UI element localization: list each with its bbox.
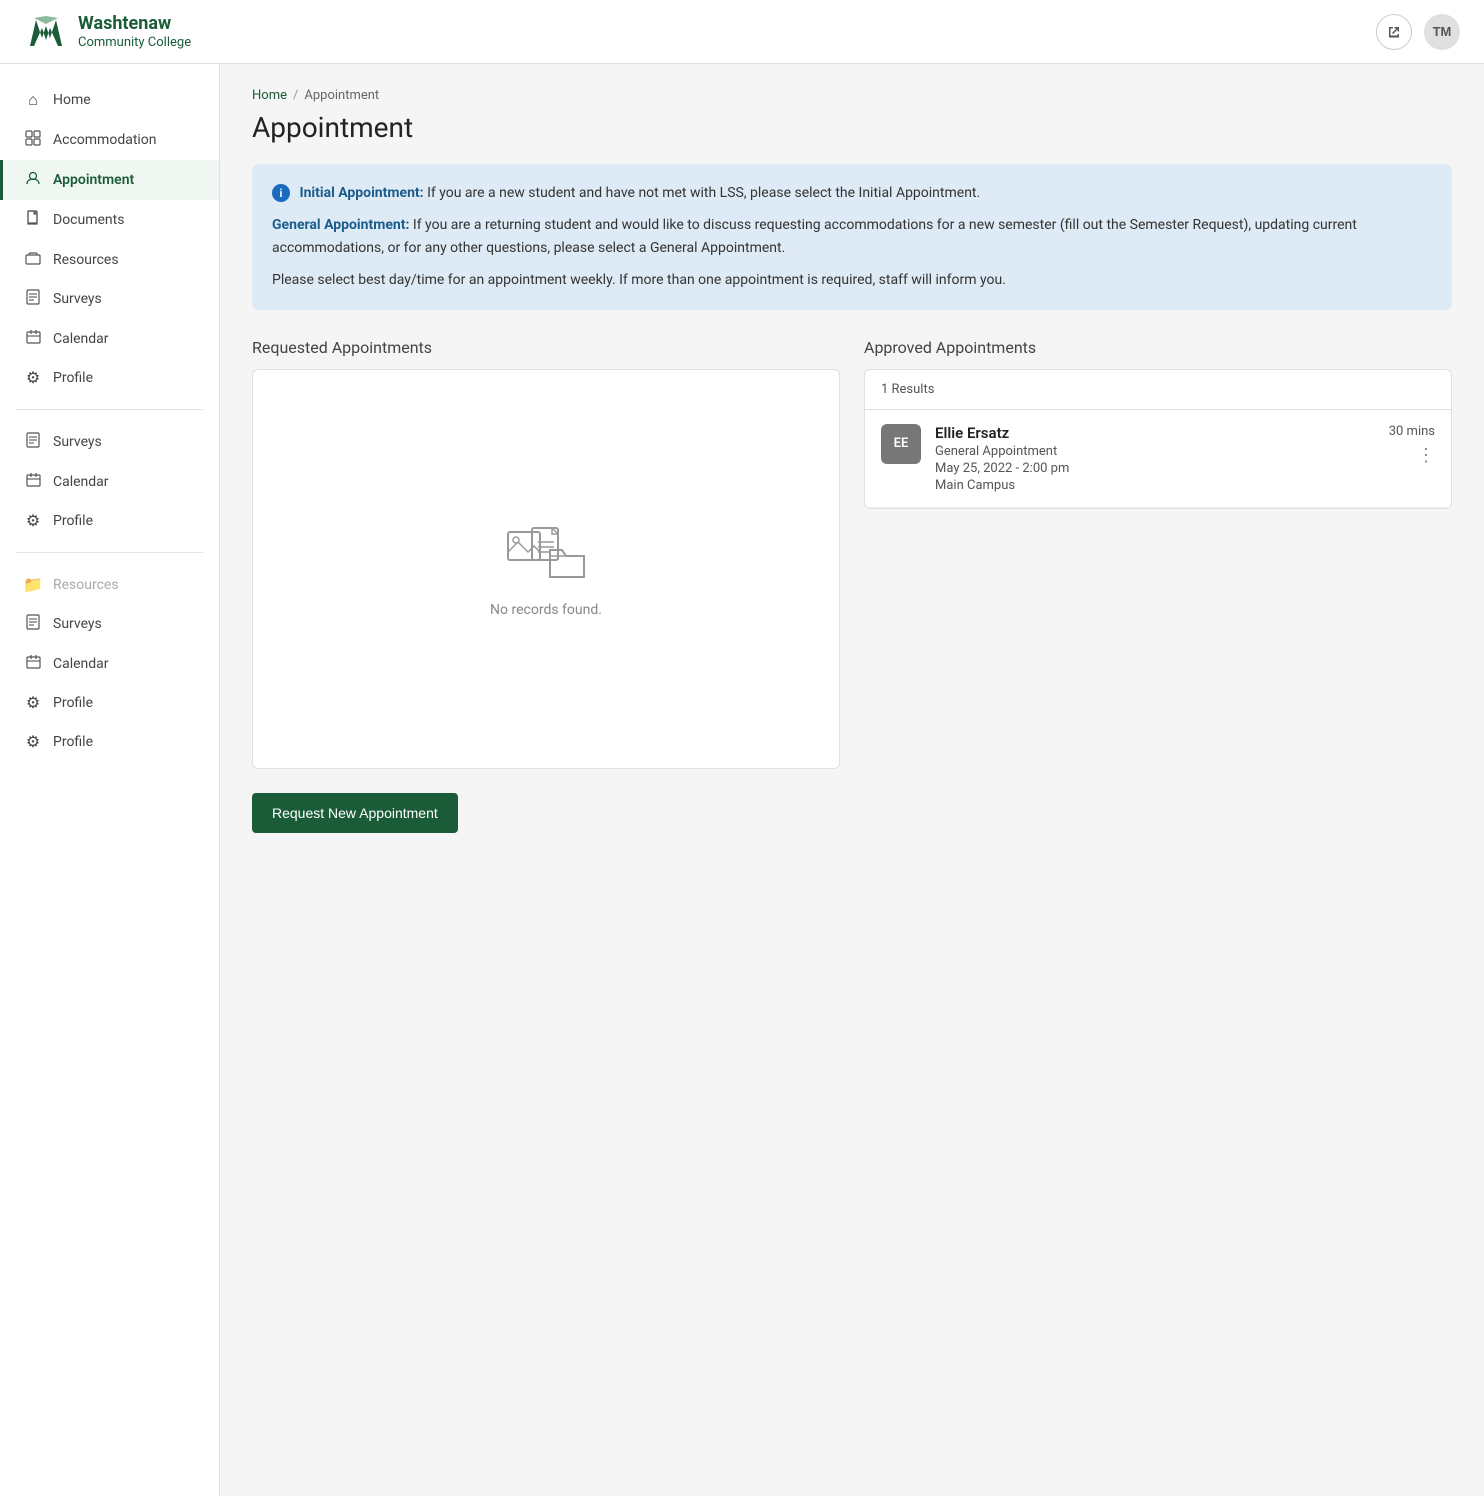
external-link-button[interactable] (1376, 14, 1412, 50)
appointment-avatar: EE (881, 424, 921, 464)
breadcrumb-current: Appointment (304, 88, 379, 103)
approved-appointments-title: Approved Appointments (864, 338, 1452, 357)
sidebar-item-resources2[interactable]: 📁 Resources (0, 565, 219, 604)
page-title: Appointment (252, 111, 1452, 144)
user-avatar-button[interactable]: TM (1424, 14, 1460, 50)
logo-text: Washtenaw Community College (78, 13, 191, 50)
requested-appointments-title: Requested Appointments (252, 338, 840, 357)
calendar2-icon (23, 472, 43, 491)
info-icon: i (272, 184, 290, 202)
breadcrumb: Home / Appointment (252, 88, 1452, 103)
request-new-appointment-button[interactable]: Request New Appointment (252, 793, 458, 833)
profile-icon: ⚙ (23, 368, 43, 387)
no-records: No records found. (490, 520, 602, 618)
appointment-date: May 25, 2022 - 2:00 pm (935, 461, 1375, 476)
appointment-info: Ellie Ersatz General Appointment May 25,… (935, 424, 1375, 493)
appointment-name: Ellie Ersatz (935, 424, 1375, 442)
profile2-icon: ⚙ (23, 511, 43, 530)
requested-appointments-section: Requested Appointments (252, 338, 840, 769)
documents-icon (23, 210, 43, 230)
info-initial: i Initial Appointment: If you are a new … (272, 182, 1432, 204)
sidebar-item-surveys3[interactable]: Surveys (0, 604, 219, 644)
no-records-icon (506, 520, 586, 590)
navbar-right: TM (1376, 14, 1460, 50)
sidebar-item-calendar[interactable]: Calendar (0, 319, 219, 358)
approved-appointments-section: Approved Appointments 1 Results EE Ellie… (864, 338, 1452, 769)
wcc-logo-icon (24, 10, 68, 54)
sidebar-item-appointment[interactable]: Appointment (0, 160, 219, 200)
appointment-icon (23, 170, 43, 190)
sidebar-item-profile[interactable]: ⚙ Profile (0, 358, 219, 397)
results-count: 1 Results (865, 370, 1451, 410)
surveys3-icon (23, 614, 43, 634)
home-icon: ⌂ (23, 90, 43, 110)
approved-appointments-panel: 1 Results EE Ellie Ersatz General Appoin… (864, 369, 1452, 509)
sidebar-item-home[interactable]: ⌂ Home (0, 80, 219, 120)
surveys2-icon (23, 432, 43, 452)
main-content: Home / Appointment Appointment i Initial… (220, 64, 1484, 1496)
logo: Washtenaw Community College (24, 10, 191, 54)
requested-appointments-panel: No records found. (252, 369, 840, 769)
sidebar-divider (16, 409, 203, 410)
sidebar-divider2 (16, 552, 203, 553)
resources2-icon: 📁 (23, 575, 43, 594)
accommodation-icon (23, 130, 43, 150)
info-general: General Appointment: If you are a return… (272, 214, 1432, 259)
sidebar-item-calendar2[interactable]: Calendar (0, 462, 219, 501)
calendar3-icon (23, 654, 43, 673)
sidebar-item-documents[interactable]: Documents (0, 200, 219, 240)
calendar-icon (23, 329, 43, 348)
appointment-card: EE Ellie Ersatz General Appointment May … (865, 410, 1451, 508)
sidebar-item-profile4[interactable]: ⚙ Profile (0, 722, 219, 761)
appointments-grid: Requested Appointments (252, 338, 1452, 769)
sidebar-item-accommodation[interactable]: Accommodation (0, 120, 219, 160)
sidebar: ⌂ Home Accommodation Appointment (0, 64, 220, 1496)
appointment-meta: 30 mins ⋮ (1389, 424, 1435, 465)
no-records-illustration (506, 522, 586, 587)
surveys-icon (23, 289, 43, 309)
external-link-icon (1387, 25, 1401, 39)
more-options-button[interactable]: ⋮ (1417, 447, 1435, 465)
appointment-duration: 30 mins (1389, 424, 1435, 439)
sidebar-item-surveys2[interactable]: Surveys (0, 422, 219, 462)
info-note: Please select best day/time for an appoi… (272, 269, 1432, 291)
info-box: i Initial Appointment: If you are a new … (252, 164, 1452, 310)
layout: ⌂ Home Accommodation Appointment (0, 64, 1484, 1496)
appointment-type: General Appointment (935, 444, 1375, 459)
profile4-icon: ⚙ (23, 732, 43, 751)
navbar: Washtenaw Community College TM (0, 0, 1484, 64)
profile3-icon: ⚙ (23, 693, 43, 712)
sidebar-item-surveys[interactable]: Surveys (0, 279, 219, 319)
sidebar-item-profile2[interactable]: ⚙ Profile (0, 501, 219, 540)
appointment-location: Main Campus (935, 478, 1375, 493)
sidebar-item-profile3[interactable]: ⚙ Profile (0, 683, 219, 722)
resources-icon (23, 250, 43, 269)
arrow-annotation (219, 163, 220, 197)
sidebar-item-calendar3[interactable]: Calendar (0, 644, 219, 683)
sidebar-item-resources[interactable]: Resources (0, 240, 219, 279)
breadcrumb-home[interactable]: Home (252, 88, 287, 103)
